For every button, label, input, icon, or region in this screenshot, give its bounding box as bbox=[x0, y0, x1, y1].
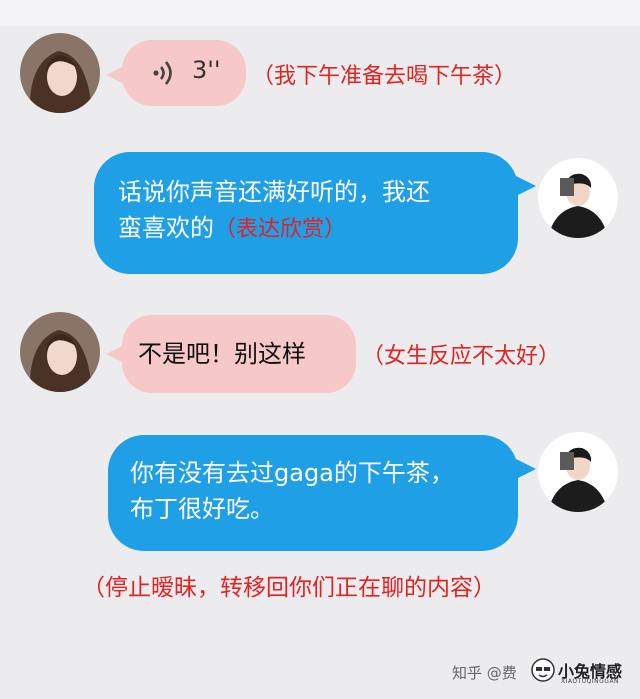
message-text-line: 布丁很好吃。 bbox=[130, 495, 274, 523]
message-text-line: 话说你声音还满好听的，我还 bbox=[118, 178, 430, 206]
brand-logo-icon bbox=[530, 657, 556, 687]
message-bubble[interactable]: 你有没有去过gaga的下午茶， 布丁很好吃。 bbox=[108, 435, 536, 551]
message-bubble[interactable]: 话说你声音还满好听的，我还 蛮喜欢的（表达欣赏） bbox=[94, 152, 536, 274]
female-avatar[interactable] bbox=[20, 33, 100, 113]
source-watermark: 知乎 @费 bbox=[452, 664, 517, 682]
message-text-line: 蛮喜欢的（表达欣赏） bbox=[118, 210, 518, 248]
bubble-tail bbox=[106, 66, 124, 84]
message-bubble[interactable]: 不是吧！别这样 bbox=[106, 315, 356, 393]
annotation: （我下午准备去喝下午茶） bbox=[252, 64, 517, 89]
voice-message-bubble[interactable]: 3'' bbox=[106, 40, 246, 106]
annotation: （女生反应不太好） bbox=[362, 344, 561, 369]
male-avatar[interactable] bbox=[538, 432, 618, 512]
message-text: 不是吧！别这样 bbox=[138, 340, 306, 368]
message-text-line: 你有没有去过gaga的下午茶， bbox=[130, 459, 454, 487]
female-avatar[interactable] bbox=[20, 312, 100, 392]
bubble-tail bbox=[106, 345, 124, 363]
voice-wave-icon bbox=[152, 60, 176, 90]
brand-pinyin: XIAOTUQINGGAN bbox=[561, 678, 620, 685]
message-text: 蛮喜欢的 bbox=[118, 214, 214, 242]
bubble-tail bbox=[516, 459, 536, 479]
inline-annotation: （表达欣赏） bbox=[214, 217, 347, 242]
bubble-tail bbox=[516, 176, 536, 196]
bottom-annotation: （停止暧昧，转移回你们正在聊的内容） bbox=[82, 575, 496, 601]
male-avatar[interactable] bbox=[538, 158, 618, 238]
top-bar bbox=[0, 0, 640, 26]
voice-duration: 3'' bbox=[192, 56, 221, 84]
